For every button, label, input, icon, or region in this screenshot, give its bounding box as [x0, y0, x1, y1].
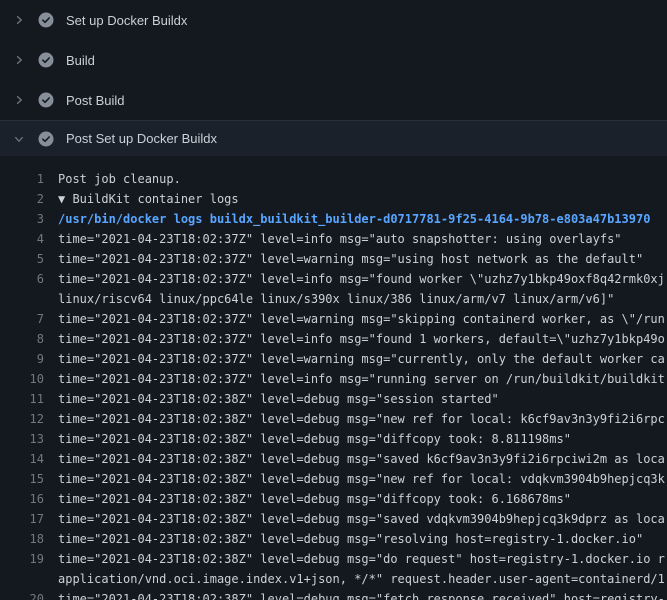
line-number[interactable]: 16 — [0, 489, 44, 509]
log-line: 9time="2021-04-23T18:02:37Z" level=warni… — [0, 349, 667, 369]
log-line-text: time="2021-04-23T18:02:38Z" level=debug … — [44, 469, 667, 489]
check-circle-icon — [38, 12, 54, 28]
log-line-text: time="2021-04-23T18:02:37Z" level=info m… — [44, 229, 667, 249]
log-line-text: time="2021-04-23T18:02:38Z" level=debug … — [44, 549, 667, 569]
step-label: Build — [66, 53, 95, 68]
line-number[interactable]: 17 — [0, 509, 44, 529]
log-line: 10time="2021-04-23T18:02:37Z" level=info… — [0, 369, 667, 389]
line-number[interactable]: 5 — [0, 249, 44, 269]
log-line-text: time="2021-04-23T18:02:38Z" level=debug … — [44, 509, 667, 529]
step-header[interactable]: Set up Docker Buildx — [0, 0, 667, 40]
workflow-log-viewer: Set up Docker Buildx Build Post Build Post … — [0, 0, 667, 600]
log-line-text: linux/riscv64 linux/ppc64le linux/s390x … — [44, 289, 667, 309]
log-line-text: time="2021-04-23T18:02:38Z" level=debug … — [44, 429, 667, 449]
log-line: 5time="2021-04-23T18:02:37Z" level=warni… — [0, 249, 667, 269]
line-number[interactable]: 9 — [0, 349, 44, 369]
log-line: 16time="2021-04-23T18:02:38Z" level=debu… — [0, 489, 667, 509]
log-group-toggle[interactable]: ▼ BuildKit container logs — [44, 189, 667, 209]
line-number[interactable]: 1 — [0, 169, 44, 189]
line-number[interactable]: 11 — [0, 389, 44, 409]
line-number[interactable]: 14 — [0, 449, 44, 469]
log-line: 20time="2021-04-23T18:02:38Z" level=debu… — [0, 589, 667, 600]
log-line: 18time="2021-04-23T18:02:38Z" level=debu… — [0, 529, 667, 549]
log-line: 17time="2021-04-23T18:02:38Z" level=debu… — [0, 509, 667, 529]
log-line: 19time="2021-04-23T18:02:38Z" level=debu… — [0, 549, 667, 569]
line-number[interactable]: 10 — [0, 369, 44, 389]
line-number[interactable]: 8 — [0, 329, 44, 349]
log-line-text: time="2021-04-23T18:02:38Z" level=debug … — [44, 449, 667, 469]
log-line: linux/riscv64 linux/ppc64le linux/s390x … — [0, 289, 667, 309]
log-line-text: time="2021-04-23T18:02:38Z" level=debug … — [44, 489, 667, 509]
log-line: 11time="2021-04-23T18:02:38Z" level=debu… — [0, 389, 667, 409]
step-header[interactable]: Post Build — [0, 80, 667, 120]
log-line: 2▼ BuildKit container logs — [0, 189, 667, 209]
log-area: 1Post job cleanup.2▼ BuildKit container … — [0, 156, 667, 600]
log-line: 1Post job cleanup. — [0, 169, 667, 189]
step-list: Set up Docker Buildx Build Post Build Post … — [0, 0, 667, 156]
log-command-text: /usr/bin/docker logs buildx_buildkit_bui… — [44, 209, 667, 229]
line-number[interactable]: 15 — [0, 469, 44, 489]
log-line-text: time="2021-04-23T18:02:38Z" level=debug … — [44, 389, 667, 409]
line-number[interactable]: 3 — [0, 209, 44, 229]
line-number[interactable]: 19 — [0, 549, 44, 569]
step-label: Post Set up Docker Buildx — [66, 131, 217, 146]
log-line-text: time="2021-04-23T18:02:37Z" level=warnin… — [44, 349, 667, 369]
log-line: 7time="2021-04-23T18:02:37Z" level=warni… — [0, 309, 667, 329]
log-line: 4time="2021-04-23T18:02:37Z" level=info … — [0, 229, 667, 249]
check-circle-icon — [38, 52, 54, 68]
log-line-text: time="2021-04-23T18:02:38Z" level=debug … — [44, 529, 667, 549]
check-circle-icon — [38, 131, 54, 147]
log-line-text: time="2021-04-23T18:02:37Z" level=info m… — [44, 369, 667, 389]
log-line: 8time="2021-04-23T18:02:37Z" level=info … — [0, 329, 667, 349]
log-line-text: time="2021-04-23T18:02:37Z" level=info m… — [44, 329, 667, 349]
log-line: 15time="2021-04-23T18:02:38Z" level=debu… — [0, 469, 667, 489]
step-header[interactable]: Post Set up Docker Buildx — [0, 120, 667, 156]
log-line-text: time="2021-04-23T18:02:38Z" level=debug … — [44, 409, 667, 429]
line-number[interactable]: 18 — [0, 529, 44, 549]
line-number[interactable]: 6 — [0, 269, 44, 289]
log-line-text: time="2021-04-23T18:02:38Z" level=debug … — [44, 589, 667, 600]
line-number — [0, 289, 44, 309]
log-line-text: time="2021-04-23T18:02:37Z" level=warnin… — [44, 249, 667, 269]
line-number — [0, 569, 44, 589]
log-line-text: time="2021-04-23T18:02:37Z" level=warnin… — [44, 309, 667, 329]
step-label: Post Build — [66, 93, 125, 108]
log-line: 6time="2021-04-23T18:02:37Z" level=info … — [0, 269, 667, 289]
line-number[interactable]: 2 — [0, 189, 44, 209]
log-line-text: time="2021-04-23T18:02:37Z" level=info m… — [44, 269, 667, 289]
line-number[interactable]: 20 — [0, 589, 44, 600]
line-number[interactable]: 13 — [0, 429, 44, 449]
log-line: 13time="2021-04-23T18:02:38Z" level=debu… — [0, 429, 667, 449]
step-header[interactable]: Build — [0, 40, 667, 80]
line-number[interactable]: 7 — [0, 309, 44, 329]
log-line: 14time="2021-04-23T18:02:38Z" level=debu… — [0, 449, 667, 469]
chevron-right-icon — [12, 53, 26, 67]
chevron-right-icon — [12, 13, 26, 27]
line-number[interactable]: 4 — [0, 229, 44, 249]
chevron-right-icon — [12, 93, 26, 107]
step-label: Set up Docker Buildx — [66, 13, 187, 28]
log-line: 3/usr/bin/docker logs buildx_buildkit_bu… — [0, 209, 667, 229]
line-number[interactable]: 12 — [0, 409, 44, 429]
log-line-text: Post job cleanup. — [44, 169, 667, 189]
check-circle-icon — [38, 92, 54, 108]
chevron-down-icon — [12, 132, 26, 146]
log-line: 12time="2021-04-23T18:02:38Z" level=debu… — [0, 409, 667, 429]
log-line: application/vnd.oci.image.index.v1+json,… — [0, 569, 667, 589]
log-line-text: application/vnd.oci.image.index.v1+json,… — [44, 569, 667, 589]
